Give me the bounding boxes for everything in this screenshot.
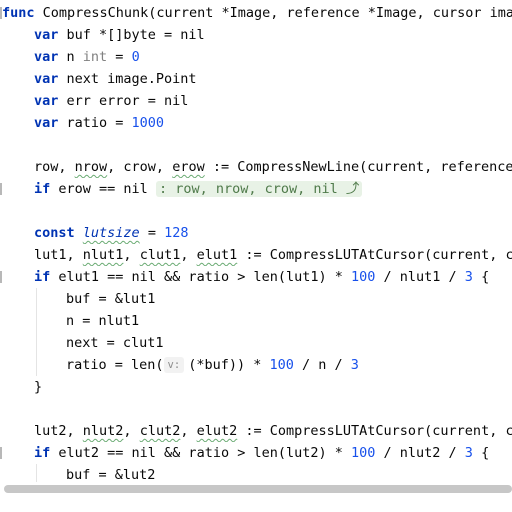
code-text: / nlut1 / xyxy=(375,269,465,285)
number-literal: 128 xyxy=(164,225,189,241)
keyword: if xyxy=(34,445,51,461)
code-text: n = nlut1 xyxy=(66,313,140,329)
code-text: , xyxy=(180,423,197,439)
horizontal-scrollbar-thumb[interactable] xyxy=(4,485,512,493)
unused-variable: elut2 xyxy=(196,423,238,439)
code-line[interactable]: var ratio = 1000 xyxy=(34,112,512,134)
code-line[interactable]: next = clut1 xyxy=(66,332,512,354)
unused-variable: clut2 xyxy=(139,423,181,439)
keyword: if xyxy=(34,181,51,197)
keyword: if xyxy=(34,269,51,285)
number-literal: 1000 xyxy=(131,115,165,131)
code-text: ratio = xyxy=(58,115,132,131)
type-name: int xyxy=(82,49,108,65)
code-text: / nlut2 / xyxy=(375,445,465,461)
parameter-hint: v: xyxy=(163,357,185,373)
keyword: var xyxy=(34,49,59,65)
code-line[interactable]: lut1, nlut1, clut1, elut1 := CompressLUT… xyxy=(34,244,512,266)
code-text: n xyxy=(58,49,83,65)
code-text: next image.Point xyxy=(58,71,197,87)
code-text: ratio = len( xyxy=(66,357,164,373)
code-text: err error = nil xyxy=(58,93,189,109)
code-text: = xyxy=(139,225,165,241)
code-text: buf = &lut2 xyxy=(66,467,156,483)
code-text: / n / xyxy=(293,357,351,373)
number-literal: 3 xyxy=(350,357,359,373)
folded-code-hint[interactable]: : row, nrow, crow, nil ⤴ xyxy=(155,181,363,197)
code-text: , crow, xyxy=(107,159,173,175)
code-text: , xyxy=(123,247,140,263)
code-line[interactable]: var buf *[]byte = nil xyxy=(34,24,512,46)
code-line[interactable]: func CompressChunk(current *Image, refer… xyxy=(2,2,512,24)
number-literal: 100 xyxy=(351,269,376,285)
code-line[interactable]: if elut2 == nil && ratio > len(lut2) * 1… xyxy=(34,442,512,464)
code-line[interactable]: if erow == nil : row, nrow, crow, nil ⤴ xyxy=(34,178,512,200)
code-text: elut1 == nil && ratio > len(lut1) * xyxy=(50,269,351,285)
gutter-marker[interactable] xyxy=(0,447,2,459)
code-text: { xyxy=(472,445,490,461)
code-text: row, xyxy=(34,159,75,175)
keyword: var xyxy=(34,27,59,43)
unused-variable: nlut1 xyxy=(82,247,124,263)
code-line[interactable]: var n int = 0 xyxy=(34,46,512,68)
code-line[interactable]: n = nlut1 xyxy=(66,310,512,332)
code-text: buf *[]byte = nil xyxy=(58,27,205,43)
unused-variable: nrow xyxy=(74,159,108,175)
number-literal: 3 xyxy=(464,269,473,285)
closing-brace: } xyxy=(34,379,43,395)
keyword: func xyxy=(2,5,35,21)
code-line[interactable]: if elut1 == nil && ratio > len(lut1) * 1… xyxy=(34,266,512,288)
code-line[interactable]: buf = &lut1 xyxy=(66,288,512,310)
code-text: := CompressLUTAtCursor(current, cu xyxy=(237,247,512,263)
number-literal: 0 xyxy=(131,49,140,65)
indent-guide xyxy=(36,288,37,376)
code-text: elut2 == nil && ratio > len(lut2) * xyxy=(50,445,351,461)
code-text: erow == nil xyxy=(50,181,156,197)
code-text: = xyxy=(107,49,132,65)
constant-name: lutsize xyxy=(82,225,140,241)
code-text: lut1, xyxy=(34,247,83,263)
code-line[interactable]: } xyxy=(34,376,512,398)
code-text: (*buf)) * xyxy=(188,357,270,373)
number-literal: 3 xyxy=(464,445,473,461)
gutter-marker[interactable] xyxy=(0,183,2,195)
unused-variable: elut1 xyxy=(196,247,238,263)
keyword: const xyxy=(34,225,75,241)
unused-variable: clut1 xyxy=(139,247,181,263)
unused-variable: erow xyxy=(172,159,205,175)
code-text: , xyxy=(123,423,140,439)
code-text: next = clut1 xyxy=(66,335,164,351)
code-text: { xyxy=(472,269,490,285)
indent-guide xyxy=(36,464,37,484)
keyword: var xyxy=(34,93,59,109)
gutter-marker[interactable] xyxy=(0,271,2,283)
code-line[interactable]: var err error = nil xyxy=(34,90,512,112)
code-text: buf = &lut1 xyxy=(66,291,156,307)
code-text: := CompressNewLine(current, reference, xyxy=(204,159,512,175)
number-literal: 100 xyxy=(351,445,376,461)
code-text: CompressChunk(current *Image, reference … xyxy=(34,5,512,21)
code-line[interactable]: lut2, nlut2, clut2, elut2 := CompressLUT… xyxy=(34,420,512,442)
code-line[interactable]: row, nrow, crow, erow := CompressNewLine… xyxy=(34,156,512,178)
code-text: lut2, xyxy=(34,423,83,439)
code-text: := CompressLUTAtCursor(current, cu xyxy=(237,423,512,439)
keyword: var xyxy=(34,115,59,131)
code-line[interactable]: const lutsize = 128 xyxy=(34,222,512,244)
keyword: var xyxy=(34,71,59,87)
code-text: , xyxy=(180,247,197,263)
code-line[interactable]: ratio = len(v: (*buf)) * 100 / n / 3 xyxy=(66,354,512,376)
code-editor[interactable]: func CompressChunk(current *Image, refer… xyxy=(0,0,512,512)
number-literal: 100 xyxy=(269,357,294,373)
unused-variable: nlut2 xyxy=(82,423,124,439)
code-line[interactable]: var next image.Point xyxy=(34,68,512,90)
